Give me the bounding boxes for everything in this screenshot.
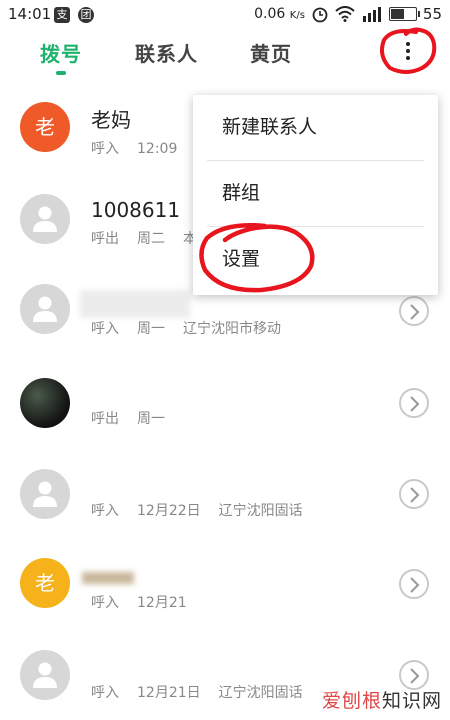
alipay-notification-icon: 支 xyxy=(54,7,70,23)
active-tab-indicator xyxy=(56,71,66,75)
avatar xyxy=(20,469,70,519)
call-meta: 呼入 周一 辽宁沈阳市移动 xyxy=(91,321,281,337)
chevron-right-icon xyxy=(410,396,420,412)
more-options-button[interactable] xyxy=(380,33,438,73)
menu-item-new-contact[interactable]: 新建联系人 xyxy=(193,95,438,159)
signal-icon xyxy=(362,7,381,22)
contact-name: 老妈 xyxy=(91,108,131,132)
call-item[interactable]: 老 呼入 12月21 xyxy=(0,540,450,630)
battery-icon xyxy=(388,7,420,21)
avatar xyxy=(20,378,70,428)
chevron-right-icon xyxy=(410,668,420,684)
call-meta: 呼入 12月21日 辽宁沈阳固话 xyxy=(91,685,303,701)
avatar: 老 xyxy=(20,102,70,152)
tab-dial[interactable]: 拨号 xyxy=(40,38,82,67)
contact-name: 1008611 xyxy=(91,198,181,222)
status-time: 14:01 xyxy=(8,5,52,23)
call-details-button[interactable] xyxy=(399,569,429,599)
call-meta: 呼出 周一 xyxy=(91,411,165,427)
alarm-icon xyxy=(312,7,328,23)
redacted-name xyxy=(80,290,190,318)
person-icon xyxy=(33,662,57,688)
person-icon xyxy=(33,481,57,507)
battery-level: 55 xyxy=(422,5,442,23)
more-vert-icon xyxy=(406,42,411,63)
call-meta: 呼入 12月21 xyxy=(91,595,187,611)
avatar: 老 xyxy=(20,558,70,608)
chevron-right-icon xyxy=(410,487,420,503)
call-details-button[interactable] xyxy=(399,296,429,326)
avatar xyxy=(20,650,70,700)
menu-item-settings[interactable]: 设置 xyxy=(193,227,438,291)
avatar xyxy=(20,284,70,334)
watermark: 爱刨根知识网 xyxy=(321,690,442,712)
overflow-menu: 新建联系人 群组 设置 xyxy=(193,95,438,295)
tab-yellow-pages[interactable]: 黄页 xyxy=(250,38,292,67)
wifi-icon xyxy=(335,6,355,22)
menu-item-groups[interactable]: 群组 xyxy=(193,161,438,225)
redacted-name xyxy=(82,572,134,584)
tab-contacts[interactable]: 联系人 xyxy=(135,38,198,67)
meituan-notification-icon: 团 xyxy=(78,7,94,23)
chevron-right-icon xyxy=(410,577,420,593)
network-speed: 0.06 K/s xyxy=(254,6,305,22)
call-item[interactable]: 呼入 12月22日 辽宁沈阳固话 xyxy=(0,450,450,540)
avatar xyxy=(20,194,70,244)
person-icon xyxy=(33,206,57,232)
call-meta: 呼入 12月22日 辽宁沈阳固话 xyxy=(91,503,303,519)
status-right: 0.06 K/s 55 xyxy=(254,5,442,23)
status-bar: 14:01 支 团 0.06 K/s 55 xyxy=(0,0,450,30)
call-details-button[interactable] xyxy=(399,388,429,418)
call-item[interactable]: 呼出 周一 xyxy=(0,360,450,450)
call-details-button[interactable] xyxy=(399,479,429,509)
chevron-right-icon xyxy=(410,304,420,320)
person-icon xyxy=(33,296,57,322)
